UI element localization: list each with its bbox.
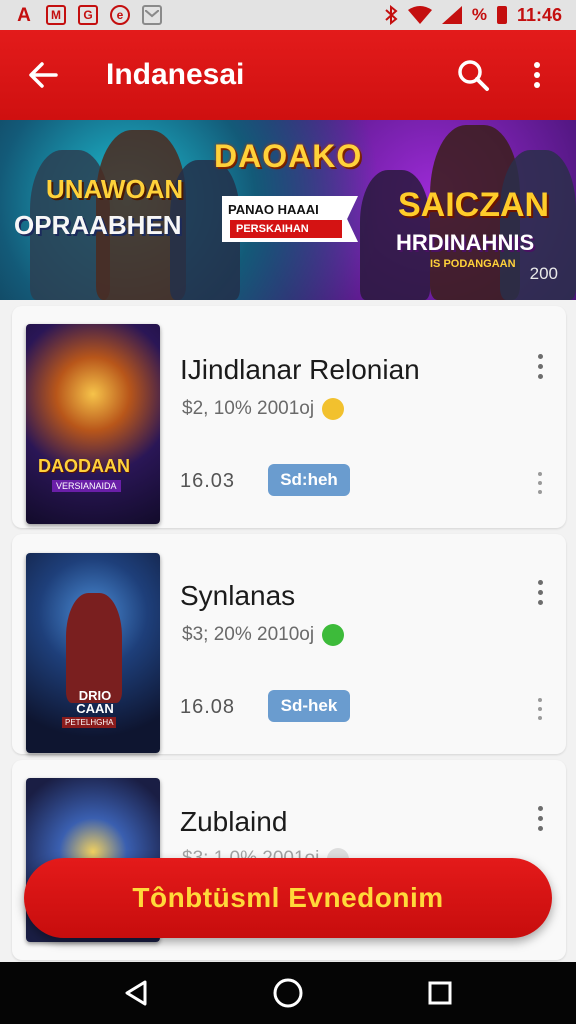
- primary-action-label: Tônbtüsml Evnedonim: [132, 882, 444, 913]
- cover-title: DRIO CAAN: [76, 688, 114, 716]
- emoji-face-icon: [322, 398, 345, 420]
- banner-ribbon: PANAO HAAAI PERSKAIHAN: [222, 196, 358, 242]
- item-secondary-more-icon[interactable]: [536, 698, 544, 720]
- item-meta-text: $3; 20% 2010oj: [182, 624, 315, 645]
- game-cover: DAODAAN VERSIANAIDA: [26, 324, 160, 524]
- item-more-icon[interactable]: [536, 806, 544, 831]
- primary-action-button[interactable]: Tônbtüsml Evnedonim: [24, 858, 552, 938]
- signal-icon: [441, 6, 462, 24]
- banner-right-title: SAICZAN: [398, 186, 550, 224]
- nav-recents-icon[interactable]: [418, 971, 462, 1015]
- item-price: 16.08: [180, 696, 236, 718]
- item-more-icon[interactable]: [536, 580, 544, 605]
- status-bar: A M G e % 11:46: [0, 0, 576, 30]
- nav-home-icon[interactable]: [266, 971, 310, 1015]
- item-meta-text: $2, 10% 2001oj: [182, 398, 315, 419]
- game-cover: DRIO CAAN PETELHGHA: [26, 553, 160, 753]
- notification-icons: A M G e: [14, 5, 162, 25]
- nav-back-icon[interactable]: [114, 971, 158, 1015]
- banner-logo: DAOAKO: [214, 138, 363, 174]
- item-name: IJindlanar Relonian: [180, 354, 420, 385]
- list-item[interactable]: DAODAAN VERSIANAIDA IJindlanar Relonian …: [12, 306, 566, 528]
- item-badge-button[interactable]: Sd:heh: [268, 464, 350, 496]
- cover-subtitle: VERSIANAIDA: [52, 480, 121, 492]
- page-title: Indanesai: [106, 58, 245, 91]
- wifi-icon: [407, 6, 432, 24]
- item-meta: $3; 20% 2010oj: [182, 624, 345, 646]
- clock: 11:46: [516, 4, 562, 25]
- status-right: % 11:46: [384, 5, 562, 26]
- battery-percent: %: [471, 5, 487, 24]
- system-nav-bar: [0, 962, 576, 1024]
- notification-a-icon: A: [17, 4, 31, 26]
- item-price: 16.03: [180, 470, 236, 492]
- banner-left-subtitle: OPRAABHEN: [14, 210, 182, 240]
- banner-year: 200: [529, 264, 558, 283]
- notification-e-icon: e: [110, 5, 130, 25]
- list-item[interactable]: DRIO CAAN PETELHGHA Synlanas $3; 20% 201…: [12, 534, 566, 754]
- banner-left-title: UNAWOAN: [46, 174, 184, 204]
- item-meta: $2, 10% 2001oj: [182, 398, 345, 420]
- ribbon-subtext: PERSKAIHAN: [230, 220, 342, 238]
- item-name: Zublaind: [180, 806, 288, 837]
- bluetooth-icon: [385, 5, 398, 25]
- item-badge-button[interactable]: Sd-hek: [268, 690, 350, 722]
- mail-icon: [142, 5, 162, 25]
- banner-right-tagline: IS PODANGAAN: [430, 258, 516, 270]
- notification-g-icon: G: [78, 5, 98, 25]
- item-more-icon[interactable]: [536, 354, 544, 379]
- item-secondary-more-icon[interactable]: [536, 472, 544, 494]
- cover-title: DAODAAN: [38, 456, 130, 476]
- emoji-face-icon: [322, 624, 345, 646]
- battery-icon: [496, 6, 507, 24]
- notification-m-icon: M: [46, 5, 66, 25]
- app-bar: Indanesai: [0, 30, 576, 120]
- back-arrow-icon[interactable]: [26, 58, 60, 92]
- cover-hero-figure: [66, 593, 122, 703]
- item-name: Synlanas: [180, 580, 296, 611]
- promo-banner[interactable]: DAOAKO UNAWOAN OPRAABHEN PANAO HAAAI PER…: [0, 120, 576, 300]
- more-vert-icon[interactable]: [522, 58, 552, 92]
- cover-subtitle: PETELHGHA: [62, 717, 117, 728]
- search-icon[interactable]: [456, 58, 490, 92]
- banner-right-subtitle: HRDINAHNIS: [396, 230, 535, 255]
- ribbon-text: PANAO HAAAI: [228, 202, 319, 217]
